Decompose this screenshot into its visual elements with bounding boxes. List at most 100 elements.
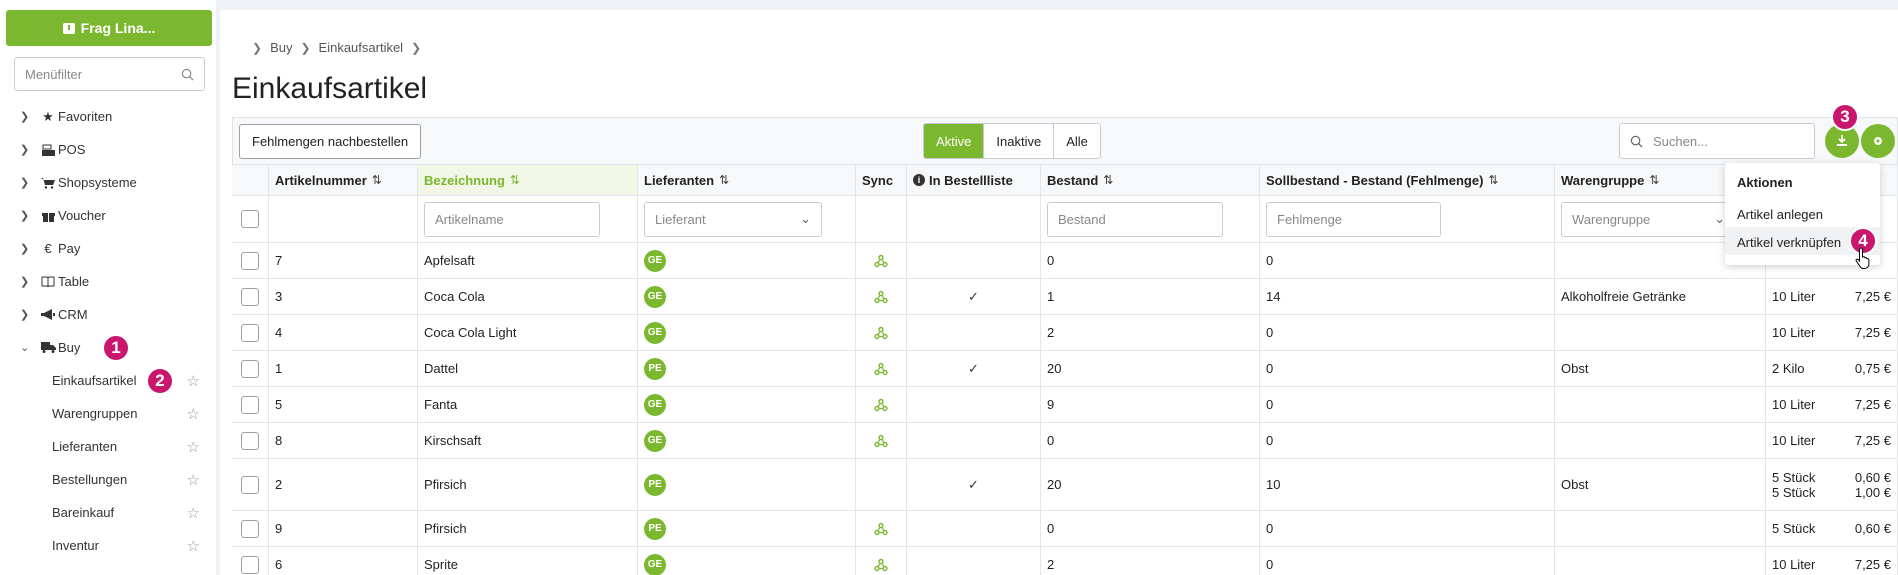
row-checkbox[interactable] <box>241 395 259 414</box>
table-row[interactable]: 4 Coca Cola Light GE 2 0 10 Liter 7,25 € <box>232 315 1898 351</box>
row-checkbox[interactable] <box>241 251 259 270</box>
sidebar-item-voucher[interactable]: ❯ Voucher <box>0 199 216 232</box>
table-row[interactable]: 6 Sprite GE 2 0 10 Liter 7,25 € <box>232 547 1898 575</box>
header-label: Sync <box>862 172 894 188</box>
filter-lieferant-select[interactable]: Lieferant ⌄ <box>644 201 822 237</box>
header-bestand[interactable]: Bestand ⇅ <box>1041 165 1260 195</box>
search-input[interactable]: Suchen... <box>1619 123 1815 159</box>
dropdown-item-artikel-anlegen[interactable]: Artikel anlegen <box>1737 207 1823 222</box>
star-outline-icon[interactable]: ☆ <box>187 537 200 555</box>
star-outline-icon[interactable]: ☆ <box>187 438 200 456</box>
filter-artikelname-input[interactable]: Artikelname <box>424 201 600 237</box>
chevron-right-icon: ❯ <box>20 243 30 255</box>
sidebar-item-table[interactable]: ❯ Table <box>0 265 216 298</box>
row-checkbox[interactable] <box>241 475 259 494</box>
header-lieferanten[interactable]: Lieferanten ⇅ <box>638 165 856 195</box>
supplier-avatar[interactable]: GE <box>644 321 666 344</box>
sidebar-subitem-bestellungen[interactable]: Bestellungen ☆ <box>0 463 216 496</box>
articles-table: Artikelnummer ⇅ Bezeichnung ⇅ Lieferanten ⇅… <box>232 165 1898 575</box>
sidebar-item-pay[interactable]: ❯ € Pay <box>0 232 216 265</box>
supplier-avatar[interactable]: GE <box>644 249 666 272</box>
header-label: Artikelnummer <box>275 172 367 188</box>
table-row[interactable]: 8 Kirschsaft GE 0 0 10 Liter 7,25 € <box>232 423 1898 459</box>
sidebar-item-label: Pay <box>58 241 81 256</box>
cell-bezeichnung: Coca Cola <box>418 279 638 314</box>
table-row[interactable]: 3 Coca Cola GE ✓ 1 14 Alkoholfreie Getränke 10 … <box>232 279 1898 315</box>
sidebar-item-pos[interactable]: ❯ POS <box>0 133 216 166</box>
supplier-avatar[interactable]: GE <box>644 429 666 452</box>
filter-fehlmenge-input[interactable]: Fehlmenge <box>1266 201 1441 237</box>
cell-bezeichnung: Coca Cola Light <box>418 315 638 350</box>
segment-inaktive[interactable]: Inaktive <box>984 124 1055 158</box>
select-all-checkbox[interactable] <box>241 210 259 228</box>
header-artikelnummer[interactable]: Artikelnummer ⇅ <box>269 165 418 195</box>
sidebar-subitem-inventur[interactable]: Inventur ☆ <box>0 529 216 562</box>
supplier-avatar[interactable]: PE <box>644 517 666 540</box>
dropdown-item-artikel-verknuepfen[interactable]: Artikel verknüpfen <box>1737 235 1841 250</box>
row-checkbox[interactable] <box>241 323 259 342</box>
cell-bestand: 0 <box>1041 423 1260 458</box>
filter-warengruppe-select[interactable]: Warengruppe ⌄ <box>1561 201 1736 237</box>
cell-bestand: 0 <box>1041 243 1260 278</box>
menu-filter-input[interactable]: Menüfilter <box>14 57 205 91</box>
table-row[interactable]: 9 Pfirsich PE 0 0 5 Stück 0,60 € <box>232 511 1898 547</box>
reorder-missing-button[interactable]: Fehlmengen nachbestellen <box>239 124 422 159</box>
segment-alle[interactable]: Alle <box>1054 124 1100 158</box>
unit-size: 10 Liter <box>1772 397 1816 412</box>
row-checkbox[interactable] <box>241 555 259 574</box>
sidebar-item-shopsysteme[interactable]: ❯ Shopsysteme <box>0 166 216 199</box>
sidebar-item-favoriten[interactable]: ❯ ★ Favoriten <box>0 100 216 133</box>
header-bezeichnung[interactable]: Bezeichnung ⇅ <box>418 165 638 195</box>
cell-warengruppe: Obst <box>1555 351 1766 386</box>
sidebar-item-crm[interactable]: ❯ CRM <box>0 298 216 331</box>
star-outline-icon[interactable]: ☆ <box>187 372 200 390</box>
header-label: Bestand <box>1047 172 1099 188</box>
table-row[interactable]: 7 Apfelsaft GE 0 0 <box>232 243 1898 279</box>
supplier-avatar[interactable]: PE <box>644 473 666 496</box>
row-select-cell <box>232 315 269 350</box>
table-body: 7 Apfelsaft GE 0 0 3 Coca Cola GE ✓ 1 14 Alkoholfre… <box>232 243 1898 575</box>
supplier-avatar[interactable]: GE <box>644 553 666 575</box>
row-select-cell <box>232 243 269 278</box>
ask-lina-button[interactable]: Frag Lina... <box>6 10 212 46</box>
unit-size: 10 Liter <box>1772 325 1816 340</box>
filter-placeholder: Fehlmenge <box>1277 211 1343 227</box>
star-outline-icon[interactable]: ☆ <box>187 504 200 522</box>
segment-aktive[interactable]: Aktive <box>924 124 985 158</box>
sidebar-subitem-einkaufsartikel[interactable]: Einkaufsartikel ☆ <box>0 364 216 397</box>
table-row[interactable]: 5 Fanta GE 9 0 10 Liter 7,25 € <box>232 387 1898 423</box>
header-fehlmenge[interactable]: Sollbestand - Bestand (Fehlmenge) ⇅ <box>1260 165 1555 195</box>
breadcrumb: ❯ Buy ❯ Einkaufsartikel ❯ <box>252 40 421 55</box>
supplier-avatar[interactable]: PE <box>644 357 666 380</box>
checkmark-icon: ✓ <box>968 476 979 492</box>
cell-lieferanten: GE <box>638 279 856 314</box>
unit-price: 0,60 € <box>1854 469 1891 485</box>
row-checkbox[interactable] <box>241 431 259 450</box>
star-outline-icon[interactable]: ☆ <box>187 405 200 423</box>
cell-bestand: 20 <box>1041 459 1260 510</box>
sort-icon: ⇅ <box>719 173 730 187</box>
supplier-avatar[interactable]: GE <box>644 393 666 416</box>
breadcrumb-buy[interactable]: Buy <box>270 40 292 55</box>
cell-artikelnummer: 6 <box>269 547 418 575</box>
table-row[interactable]: 1 Dattel PE ✓ 20 0 Obst 2 Kilo 0,75 € <box>232 351 1898 387</box>
cell-fehlmenge: 0 <box>1260 547 1555 575</box>
star-outline-icon[interactable]: ☆ <box>187 471 200 489</box>
row-checkbox[interactable] <box>241 519 259 538</box>
actions-button[interactable] <box>1861 124 1895 158</box>
table-row[interactable]: 2 Pfirsich PE ✓ 20 10 Obst 5 Stück 0,60 €5 Stück… <box>232 459 1898 511</box>
supplier-avatar[interactable]: GE <box>644 285 666 308</box>
sidebar-subitem-bareinkauf[interactable]: Bareinkauf ☆ <box>0 496 216 529</box>
sort-asc-icon: ⇅ <box>509 173 520 187</box>
header-label: Lieferanten <box>644 172 715 188</box>
row-checkbox[interactable] <box>241 359 259 378</box>
sidebar-subitem-warengruppen[interactable]: Warengruppen ☆ <box>0 397 216 430</box>
sidebar-subitem-lieferanten[interactable]: Lieferanten ☆ <box>0 430 216 463</box>
breadcrumb-einkaufsartikel[interactable]: Einkaufsartikel <box>319 40 404 55</box>
cell-bestand: 2 <box>1041 315 1260 350</box>
row-checkbox[interactable] <box>241 287 259 306</box>
cell-in-bestellliste <box>907 315 1041 350</box>
filter-bestand-input[interactable]: Bestand <box>1047 201 1223 237</box>
unit-price: 0,75 € <box>1854 361 1891 376</box>
sidebar-subitem-label: Einkaufsartikel <box>52 373 137 388</box>
